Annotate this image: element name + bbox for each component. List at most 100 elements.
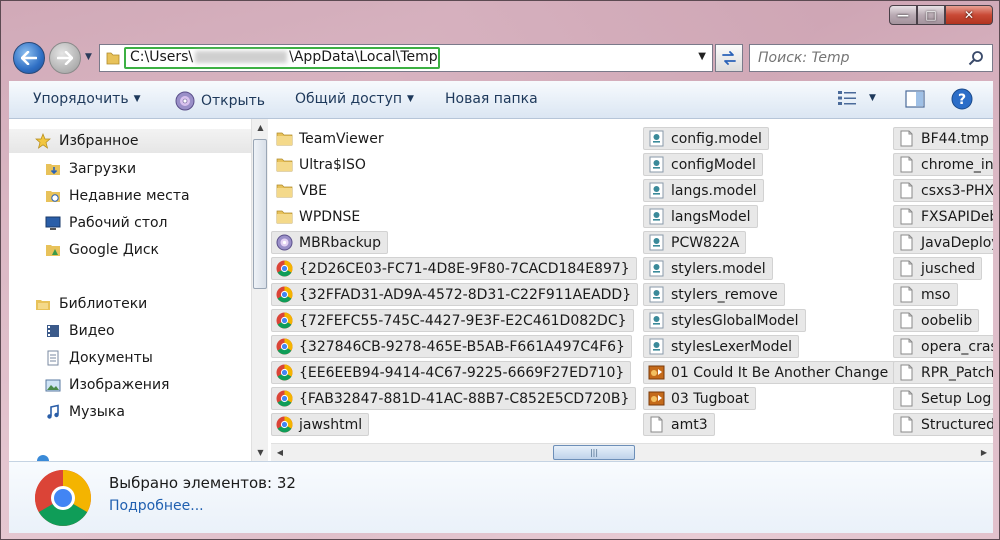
file-item[interactable]: csxs3-PHXS xyxy=(893,179,993,202)
file-item[interactable]: langsModel xyxy=(643,205,758,228)
preview-pane-icon xyxy=(905,90,925,108)
file-item[interactable]: {327846CB-9278-465E-B5AB-F661A497C4F6} xyxy=(271,335,632,358)
homegroup-icon xyxy=(37,455,49,461)
scroll-down-button[interactable]: ▼ xyxy=(252,444,269,461)
back-button[interactable] xyxy=(13,42,45,74)
folder-icon xyxy=(276,184,293,198)
nav-item-desktop[interactable]: Рабочий стол xyxy=(45,211,168,235)
search-icon[interactable] xyxy=(968,50,984,66)
model-icon xyxy=(649,208,664,225)
refresh-button[interactable] xyxy=(715,44,743,72)
file-item[interactable]: JavaDeploy xyxy=(893,231,993,254)
nav-label: Недавние места xyxy=(69,188,190,204)
file-name: {72FEFC55-745C-4427-9E3F-E2C461D082DC} xyxy=(299,312,627,329)
file-item[interactable]: oobelib xyxy=(893,309,980,332)
nav-item-images[interactable]: Изображения xyxy=(45,373,169,397)
search-box[interactable] xyxy=(749,44,993,72)
minimize-button[interactable]: — xyxy=(889,5,917,25)
preview-pane-button[interactable] xyxy=(905,90,925,112)
file-name: stylers.model xyxy=(671,260,766,277)
help-button[interactable]: ? xyxy=(951,88,973,114)
open-button[interactable]: Открыть xyxy=(175,91,265,111)
file-item[interactable]: stylesLexerModel xyxy=(643,335,800,358)
navigation-pane: Избранное Загрузки Недавние места Рабочи… xyxy=(9,119,251,461)
chevron-down-icon: ▼ xyxy=(407,94,414,104)
scroll-up-button[interactable]: ▲ xyxy=(252,119,269,136)
nav-item-google-drive[interactable]: Google Диск xyxy=(45,238,159,262)
close-button[interactable]: ✕ xyxy=(945,5,993,25)
scroll-right-button[interactable]: ▶ xyxy=(975,444,993,461)
search-input[interactable] xyxy=(750,45,960,71)
organize-menu-button[interactable]: Упорядочить ▼ xyxy=(33,91,141,107)
file-item[interactable]: mso xyxy=(893,283,958,306)
file-item[interactable]: chrome_inst xyxy=(893,153,993,176)
hscroll-thumb[interactable]: ||| xyxy=(553,445,635,460)
file-item[interactable]: opera_crash xyxy=(893,335,993,358)
maximize-button[interactable]: □ xyxy=(917,5,945,25)
file-item[interactable]: MBRbackup xyxy=(271,231,389,254)
file-item[interactable]: stylers_remove xyxy=(643,283,785,306)
view-options-button[interactable]: ▼ xyxy=(837,89,876,107)
nav-label: Рабочий стол xyxy=(69,215,168,231)
file-item[interactable]: RPR_Patch_I xyxy=(893,361,993,384)
nav-item-downloads[interactable]: Загрузки xyxy=(45,157,136,181)
file-item[interactable]: amt3 xyxy=(643,413,715,436)
more-details-link[interactable]: Подробнее... xyxy=(109,498,204,514)
file-name: jawshtml xyxy=(299,416,363,433)
nav-pane-scrollbar[interactable]: ▲ ▼ xyxy=(251,119,268,461)
nav-item-homegroup-partial[interactable] xyxy=(35,449,59,461)
file-name: mso xyxy=(921,286,951,303)
file-item[interactable]: stylesGlobalModel xyxy=(643,309,806,332)
scroll-left-button[interactable]: ◀ xyxy=(271,444,289,461)
file-list: TeamViewer Ultra$ISO VBE WPDNSE MBRbackup {2D… xyxy=(271,119,993,443)
file-item[interactable]: FXSAPIDebu xyxy=(893,205,993,228)
file-item[interactable]: {2D26CE03-FC71-4D8E-9F80-7CACD184E897} xyxy=(271,257,637,280)
file-item[interactable]: {FAB32847-881D-41AC-88B7-C852E5CD720B} xyxy=(271,387,637,410)
file-item[interactable]: {EE6EEB94-9414-4C67-9225-6669F27ED710} xyxy=(271,361,632,384)
file-item[interactable]: VBE xyxy=(271,179,334,202)
file-item[interactable]: {32FFAD31-AD9A-4572-8D31-C22F911AEADD} xyxy=(271,283,639,306)
chrome-icon xyxy=(276,390,293,407)
file-item[interactable]: StructuredQ xyxy=(893,413,993,436)
file-item[interactable]: langs.model xyxy=(643,179,764,202)
file-item[interactable]: stylers.model xyxy=(643,257,773,280)
file-item[interactable]: config.model xyxy=(643,127,769,150)
new-folder-button[interactable]: Новая папка xyxy=(445,91,538,107)
nav-item-recent[interactable]: Недавние места xyxy=(45,184,190,208)
address-dropdown-button[interactable]: ▼ xyxy=(698,51,706,62)
address-bar[interactable]: C:\Users\ \AppData\Local\Temp ▼ xyxy=(99,44,713,72)
file-item[interactable]: TeamViewer xyxy=(271,127,391,150)
file-item[interactable]: WPDNSE xyxy=(271,205,367,228)
file-item[interactable]: 03 Tugboat xyxy=(643,387,756,410)
file-item[interactable]: jusched xyxy=(893,257,983,280)
recent-pages-dropdown[interactable]: ▼ xyxy=(85,52,92,62)
disc-icon xyxy=(276,234,293,251)
forward-button[interactable] xyxy=(49,42,81,74)
file-item[interactable]: 01 Could It Be Another Change xyxy=(643,361,896,384)
file-item[interactable]: {72FEFC55-745C-4427-9E3F-E2C461D082DC} xyxy=(271,309,634,332)
organize-label: Упорядочить xyxy=(33,91,129,107)
file-item[interactable]: PCW822A xyxy=(643,231,747,254)
file-item[interactable]: Setup Log 2 xyxy=(893,387,993,410)
command-bar: Упорядочить ▼ Открыть Общий доступ ▼ Новая… xyxy=(9,81,993,119)
file-name: JavaDeploy xyxy=(921,234,993,251)
file-item[interactable]: BF44.tmp xyxy=(893,127,993,150)
file-item[interactable]: jawshtml xyxy=(271,413,370,436)
nav-item-documents[interactable]: Документы xyxy=(45,346,153,370)
nav-label: Музыка xyxy=(69,404,125,420)
file-name: chrome_inst xyxy=(921,156,993,173)
address-path[interactable]: C:\Users\ \AppData\Local\Temp xyxy=(130,49,438,65)
nav-item-video[interactable]: Видео xyxy=(45,319,115,343)
desktop-icon xyxy=(45,216,61,230)
nav-item-favorites[interactable]: Избранное xyxy=(9,129,251,153)
file-icon xyxy=(900,338,913,355)
nav-item-music[interactable]: Музыка xyxy=(45,400,125,424)
share-menu-button[interactable]: Общий доступ ▼ xyxy=(295,91,414,107)
scroll-thumb[interactable] xyxy=(253,139,267,289)
refresh-icon xyxy=(722,51,736,65)
file-item[interactable]: configModel xyxy=(643,153,763,176)
file-list-hscrollbar[interactable]: ◀ ||| ▶ xyxy=(271,443,993,461)
nav-item-libraries[interactable]: Библиотеки xyxy=(35,292,147,316)
downloads-folder-icon xyxy=(46,164,60,175)
file-item[interactable]: Ultra$ISO xyxy=(271,153,373,176)
